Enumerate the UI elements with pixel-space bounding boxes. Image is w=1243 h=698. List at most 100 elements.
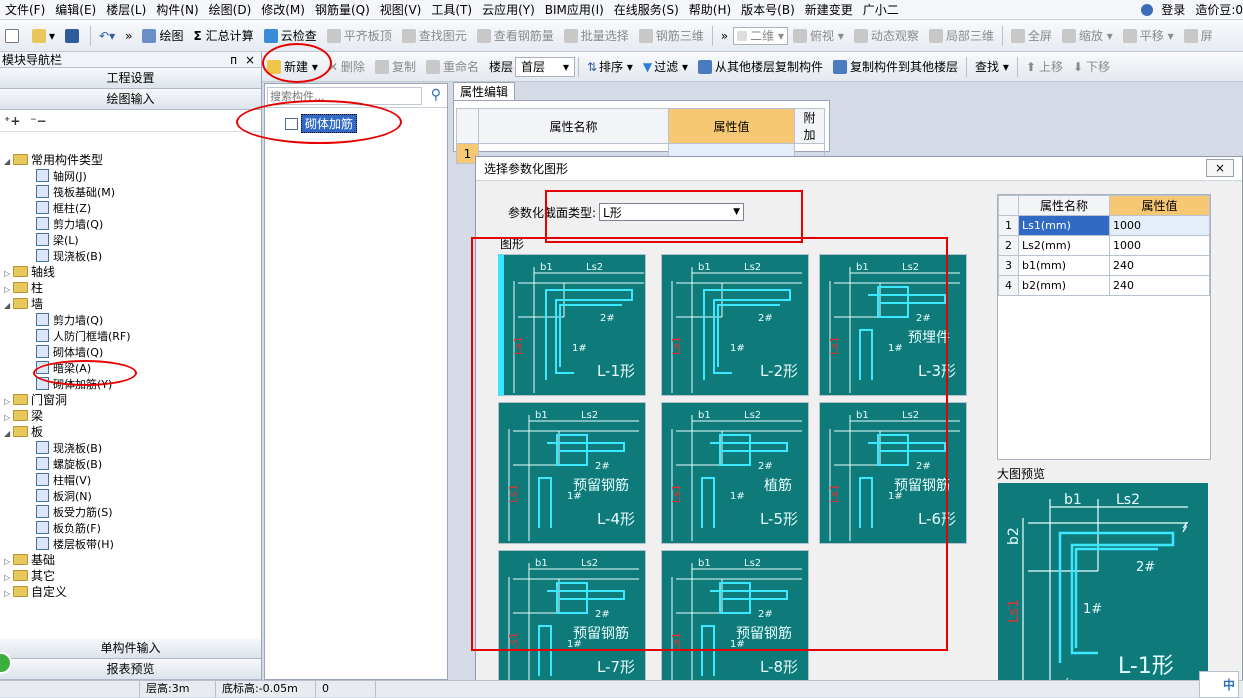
copy-button[interactable]: 复制 xyxy=(370,55,421,79)
project-settings-button[interactable]: 工程设置 xyxy=(0,68,261,89)
move-up-button[interactable]: ⬆ 上移 xyxy=(1021,55,1068,79)
tree-item[interactable]: 楼层板带(H) xyxy=(0,536,260,552)
view-rebar-button[interactable]: 查看钢筋量 xyxy=(472,24,559,48)
menu-item-6[interactable]: 钢筋量(Q) xyxy=(310,0,375,20)
tree-item[interactable]: ◢ 板 xyxy=(0,424,260,440)
tree-item[interactable]: ▷ 门窗洞 xyxy=(0,392,260,408)
toolbar-overflow-icon-2[interactable]: » xyxy=(716,24,733,48)
login-link[interactable]: 登录 xyxy=(1156,0,1190,20)
full-screen-button[interactable]: 全屏 xyxy=(1006,24,1057,48)
floor-select[interactable]: 首层 ▾ xyxy=(514,56,575,77)
copy-to-floor-button[interactable]: 复制构件到其他楼层 xyxy=(828,55,963,79)
report-preview-button[interactable]: 报表预览 xyxy=(0,659,261,680)
tree-item-label: 门窗洞 xyxy=(31,393,68,407)
tree-item[interactable]: 梁(L) xyxy=(0,232,260,248)
move-down-button[interactable]: ⬇ 下移 xyxy=(1068,55,1115,79)
param-value[interactable]: 1000 xyxy=(1109,235,1210,256)
menu-item-1[interactable]: 编辑(E) xyxy=(50,0,101,20)
flush-slab-button[interactable]: 平齐板顶 xyxy=(322,24,397,48)
batch-select-button[interactable]: 批量选择 xyxy=(559,24,634,48)
open-folder-icon[interactable]: ▾ xyxy=(27,24,60,48)
draw-button[interactable]: 绘图 xyxy=(137,24,188,48)
tree-item[interactable]: ◢ 常用构件类型 xyxy=(0,152,260,168)
tree-item[interactable]: ▷ 其它 xyxy=(0,568,260,584)
tree-item[interactable]: ▷ 梁 xyxy=(0,408,260,424)
toolbar-overflow-icon[interactable]: » xyxy=(120,24,137,48)
col-name: 属性名称 xyxy=(478,108,669,144)
param-value[interactable]: 1000 xyxy=(1109,215,1210,236)
expand-all-icon[interactable]: ⁺+ xyxy=(4,114,20,128)
tree-item[interactable]: 剪力墙(Q) xyxy=(0,216,260,232)
tree-item[interactable]: ▷ 基础 xyxy=(0,552,260,568)
menu-item-10[interactable]: BIM应用(I) xyxy=(540,0,609,20)
tree-item[interactable]: 螺旋板(B) xyxy=(0,456,260,472)
param-row[interactable]: 3 b1(mm) 240 xyxy=(998,255,1210,276)
tree-item[interactable]: ◢ 墙 xyxy=(0,296,260,312)
screen-button[interactable]: 屏 xyxy=(1179,24,1218,48)
collapse-all-icon[interactable]: ⁻− xyxy=(30,114,46,128)
view-mode-select[interactable]: 二维 ▾ xyxy=(733,26,788,45)
save-icon[interactable] xyxy=(60,24,87,48)
param-row[interactable]: 4 b2(mm) 240 xyxy=(998,275,1210,296)
tree-item[interactable]: 板负筋(F) xyxy=(0,520,260,536)
menu-item-11[interactable]: 在线服务(S) xyxy=(609,0,684,20)
filter-button[interactable]: ▼ 过滤 ▾ xyxy=(638,55,693,79)
top-view-button[interactable]: 俯视 ▾ xyxy=(788,24,849,48)
triangle-right-icon[interactable]: ▷ xyxy=(4,586,13,602)
tab-property-edit[interactable]: 属性编辑 xyxy=(453,82,516,101)
tree-item[interactable]: ▷ 柱 xyxy=(0,280,260,296)
ime-indicator[interactable]: 中 xyxy=(1199,671,1239,698)
tree-item[interactable]: 柱帽(V) xyxy=(0,472,260,488)
tree-item-label: 柱 xyxy=(31,281,44,295)
menu-item-12[interactable]: 帮助(H) xyxy=(684,0,736,20)
menu-item-2[interactable]: 楼层(L) xyxy=(101,0,151,20)
menu-item-3[interactable]: 构件(N) xyxy=(151,0,203,20)
param-row[interactable]: 1 Ls1(mm) 1000 xyxy=(998,215,1210,236)
sum-button[interactable]: Σ 汇总计算 xyxy=(188,24,258,48)
menu-item-9[interactable]: 云应用(Y) xyxy=(477,0,540,20)
zoom-button[interactable]: 缩放 ▾ xyxy=(1057,24,1118,48)
dynamic-view-button[interactable]: 动态观察 xyxy=(849,24,924,48)
tree-item[interactable]: 人防门框墙(RF) xyxy=(0,328,260,344)
tree-item[interactable]: ▷ 自定义 xyxy=(0,584,260,600)
tree-item[interactable]: 现浇板(B) xyxy=(0,248,260,264)
tree-item[interactable]: ▷ 轴线 xyxy=(0,264,260,280)
rebar-3d-button[interactable]: 钢筋三维 xyxy=(634,24,709,48)
menu-item-0[interactable]: 文件(F) xyxy=(0,0,50,20)
drawing-input-button[interactable]: 绘图输入 xyxy=(0,89,261,110)
menu-item-5[interactable]: 修改(M) xyxy=(256,0,310,20)
dialog-close-button[interactable]: × xyxy=(1206,159,1234,177)
param-value[interactable]: 240 xyxy=(1109,275,1210,296)
menu-item-13[interactable]: 版本号(B) xyxy=(736,0,800,20)
local-3d-button[interactable]: 局部三维 xyxy=(924,24,999,48)
tree-item[interactable]: 现浇板(B) xyxy=(0,440,260,456)
sort-button[interactable]: ⇅ 排序 ▾ xyxy=(582,55,638,79)
tree-item[interactable]: 板洞(N) xyxy=(0,488,260,504)
tree-item[interactable]: 板受力筋(S) xyxy=(0,504,260,520)
close-icon[interactable]: × xyxy=(245,52,255,68)
tree-item[interactable]: 砌体墙(Q) xyxy=(0,344,260,360)
tree-item[interactable]: 轴网(J) xyxy=(0,168,260,184)
single-component-input-button[interactable]: 单构件输入 xyxy=(0,638,261,659)
undo-icon[interactable]: ↶▾ xyxy=(94,24,120,48)
find-element-button[interactable]: 查找图元 xyxy=(397,24,472,48)
menu-item-15[interactable]: 广小二 xyxy=(858,0,904,20)
menu-item-4[interactable]: 绘图(D) xyxy=(204,0,257,20)
param-row[interactable]: 2 Ls2(mm) 1000 xyxy=(998,235,1210,256)
copy-from-floor-button[interactable]: 从其他楼层复制构件 xyxy=(693,55,828,79)
pin-icon[interactable]: ᴨ xyxy=(230,52,237,68)
new-file-icon[interactable] xyxy=(0,24,27,48)
tree-item[interactable]: 筏板基础(M) xyxy=(0,184,260,200)
main-toolbar: ▾ ↶▾ » 绘图 Σ 汇总计算 云检查 平齐板顶 查找图元 查看钢筋量 批量选择… xyxy=(0,20,1243,52)
rename-button[interactable]: 重命名 xyxy=(421,55,484,79)
component-list-panel: ⚲ 砌体加筋 xyxy=(264,83,448,680)
param-value[interactable]: 240 xyxy=(1109,255,1210,276)
menu-item-7[interactable]: 视图(V) xyxy=(375,0,427,20)
search-icon[interactable]: ⚲ xyxy=(431,87,441,103)
menu-item-8[interactable]: 工具(T) xyxy=(426,0,477,20)
find-button[interactable]: 查找 ▾ xyxy=(970,55,1014,79)
menu-item-14[interactable]: 新建变更 xyxy=(800,0,858,20)
pan-button[interactable]: 平移 ▾ xyxy=(1118,24,1179,48)
tree-item[interactable]: 剪力墙(Q) xyxy=(0,312,260,328)
tree-item[interactable]: 框柱(Z) xyxy=(0,200,260,216)
